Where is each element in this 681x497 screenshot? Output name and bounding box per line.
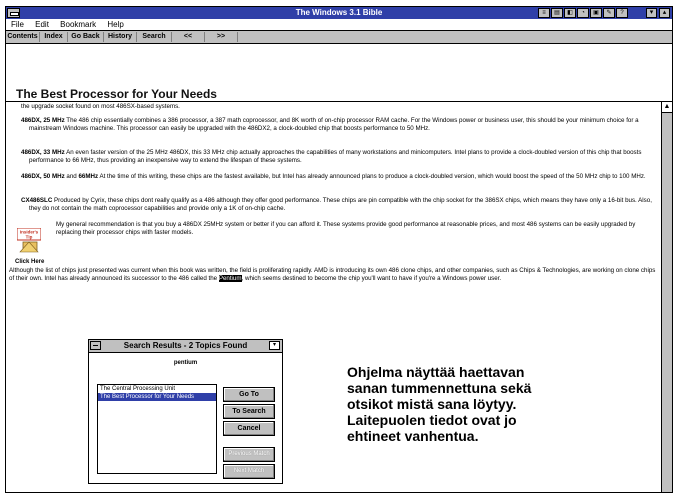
index-button[interactable]: Index <box>40 32 68 42</box>
paragraph-closing: Although the list of chips just presente… <box>9 267 657 283</box>
dialog-title: Search Results - 2 Topics Found <box>123 341 248 350</box>
menu-edit[interactable]: Edit <box>35 20 49 29</box>
tools-icon[interactable]: ✎ <box>603 8 615 18</box>
search-icon[interactable]: ◔ <box>577 8 589 18</box>
search-button[interactable]: Search <box>137 32 172 42</box>
index-icon[interactable]: ◧ <box>564 8 576 18</box>
menu-file[interactable]: File <box>11 20 24 29</box>
bookmark-icon[interactable]: ≡ <box>538 8 550 18</box>
topic-heading: The Best Processor for Your Needs <box>16 87 217 101</box>
paragraph-486dx-50: 486DX, 50 MHz and 66MHz At the time of t… <box>21 173 665 181</box>
paragraph-486dx-33: 486DX, 33 MHz An even faster version of … <box>21 149 665 165</box>
result-item-selected[interactable]: The Best Processor for Your Needs <box>98 393 216 401</box>
title-bar: The Windows 3.1 Bible ≡ ▤ ◧ ◔ ▣ ✎ ? ▾ ▴ <box>6 7 672 19</box>
menu-bar: File Edit Bookmark Help <box>6 19 672 31</box>
image-caption: Ohjelma näyttää haettavan sanan tummenne… <box>347 364 532 444</box>
insider-tip-icon[interactable]: Insider's Tip <box>17 228 41 254</box>
paragraph-tip: My general recommendation is that you bu… <box>56 221 636 236</box>
click-here-link[interactable]: Click Here <box>15 259 45 265</box>
paragraph-cx486slc: CX486SLC Produced by Cyrix, these chips … <box>21 197 665 213</box>
cancel-button[interactable]: Cancel <box>223 421 275 436</box>
scroll-up-arrow-icon[interactable]: ▲ <box>662 102 672 113</box>
text-486dx-25: The 486 chip essentially combines a 386 … <box>29 117 639 132</box>
help-window: The Windows 3.1 Bible ≡ ▤ ◧ ◔ ▣ ✎ ? ▾ ▴ … <box>5 6 673 493</box>
contents-button[interactable]: Contents <box>6 32 40 42</box>
results-list[interactable]: The Central Processing Unit The Best Pro… <box>97 384 217 474</box>
dialog-title-bar: Search Results - 2 Topics Found ▾ <box>89 340 282 353</box>
notes-icon[interactable]: ▤ <box>551 8 563 18</box>
text-486dx-50: At the time of this writing, these chips… <box>98 173 646 180</box>
go-back-button[interactable]: Go Back <box>68 32 104 42</box>
go-to-button[interactable]: Go To <box>223 387 275 402</box>
tip-label-line2: Tip <box>26 235 33 240</box>
text-and: and <box>64 173 79 180</box>
term-486dx-50: 486DX, 50 MHz <box>21 173 65 180</box>
heading-divider <box>6 101 672 102</box>
titlebar-icon-group: ≡ ▤ ◧ ◔ ▣ ✎ ? <box>538 8 628 18</box>
help-toolbar: Contents Index Go Back History Search <<… <box>6 31 672 44</box>
dialog-minimize-button[interactable]: ▾ <box>269 341 280 350</box>
search-term: pentium <box>173 360 198 366</box>
help-icon[interactable]: ? <box>616 8 628 18</box>
browse-forward-button[interactable]: >> <box>205 32 238 42</box>
history-button[interactable]: History <box>104 32 137 42</box>
result-item[interactable]: The Central Processing Unit <box>98 385 216 393</box>
print-icon[interactable]: ▣ <box>590 8 602 18</box>
search-results-dialog: Search Results - 2 Topics Found ▾ pentiu… <box>88 339 283 484</box>
text-closing-after: , which seems destined to become the chi… <box>241 275 502 282</box>
menu-bookmark[interactable]: Bookmark <box>60 20 96 29</box>
term-cx486slc: CX486SLC <box>21 197 53 204</box>
highlighted-search-term: Pentium <box>218 275 242 282</box>
minimize-button[interactable]: ▾ <box>646 8 657 18</box>
paragraph-486dx-25: 486DX, 25 MHz The 486 chip essentially c… <box>21 117 665 133</box>
term-486dx-25: 486DX, 25 MHz <box>21 117 65 124</box>
term-486dx-33: 486DX, 33 MHz <box>21 149 65 156</box>
previous-match-button[interactable]: Previous Match <box>223 447 275 462</box>
maximize-button[interactable]: ▴ <box>659 8 670 18</box>
next-match-button[interactable]: Next Match <box>223 464 275 479</box>
to-search-button[interactable]: To Search <box>223 404 275 419</box>
browse-back-button[interactable]: << <box>172 32 205 42</box>
menu-help[interactable]: Help <box>107 20 123 29</box>
paragraph-intro: the upgrade socket found on most 486SX-b… <box>21 103 180 110</box>
text-486dx-33: An even faster version of the 25 MHz 486… <box>29 149 642 164</box>
text-cx486slc: Produced by Cyrix, these chips dont real… <box>29 197 652 212</box>
term-66mhz: 66MHz <box>78 173 99 180</box>
